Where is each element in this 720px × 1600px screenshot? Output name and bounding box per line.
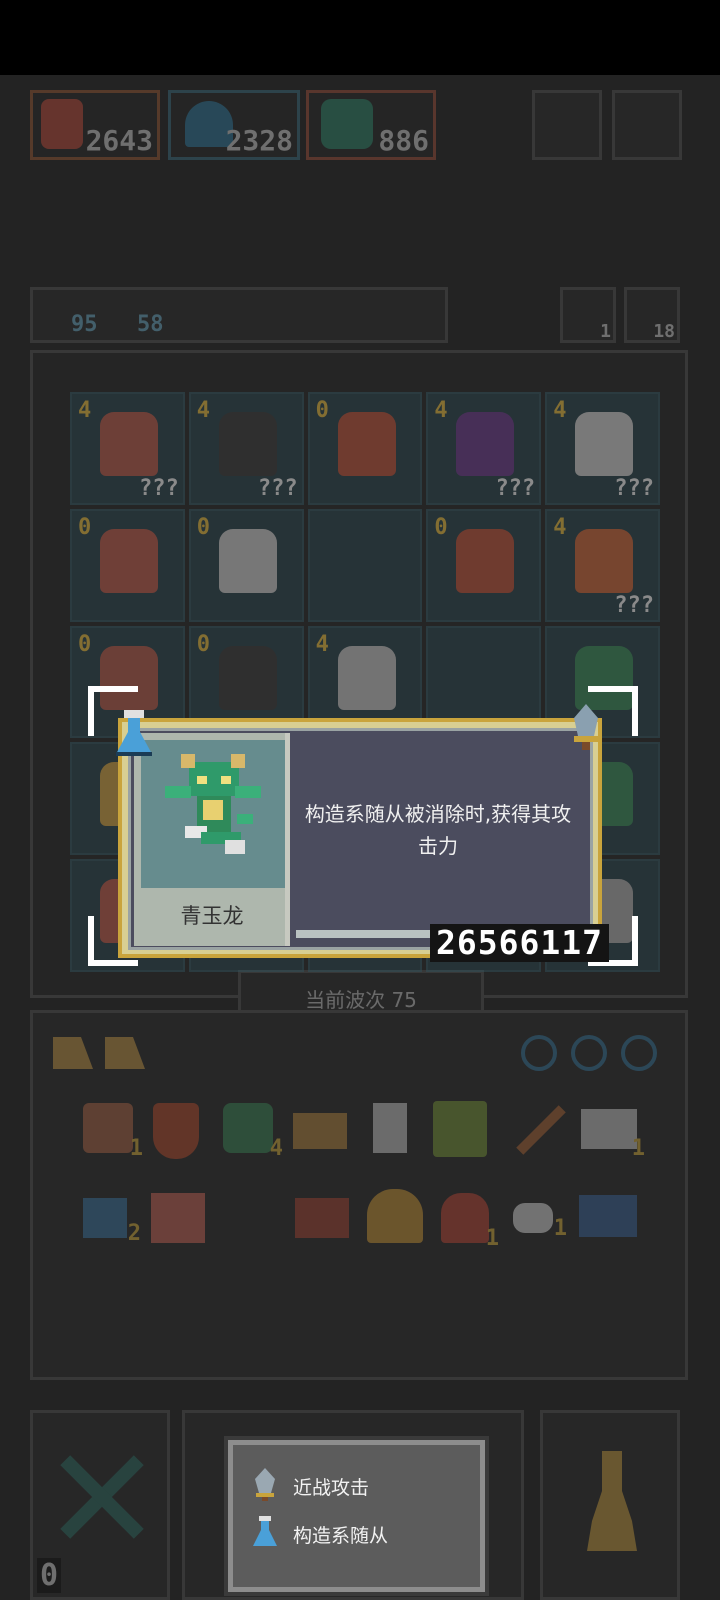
flask-icon — [114, 708, 154, 758]
tag-row-construct: 构造系随从 — [253, 1516, 389, 1548]
jade-dragon-icon — [165, 754, 261, 854]
sword-icon — [568, 702, 604, 752]
status-bar — [0, 0, 720, 75]
tag-label: 构造系随从 — [293, 1525, 389, 1547]
unit-name: 青玉龙 — [180, 904, 244, 928]
tag-row-melee: 近战攻击 — [255, 1468, 370, 1501]
flask-icon — [253, 1516, 277, 1546]
unit-description: 构造系随从被消除时,获得其攻击力 — [304, 802, 572, 858]
tag-label: 近战攻击 — [293, 1477, 370, 1499]
tag-tooltip: 近战攻击 构造系随从 — [228, 1440, 485, 1592]
portrait-frame — [141, 740, 285, 888]
unit-score: 26566117 — [430, 924, 609, 962]
sword-icon — [255, 1468, 275, 1501]
